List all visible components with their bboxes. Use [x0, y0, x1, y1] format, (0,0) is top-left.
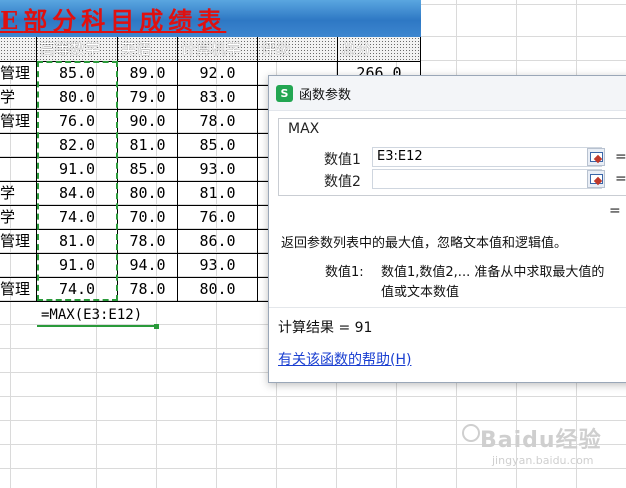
header-cell-total[interactable]: 总分: [338, 37, 421, 61]
arg2-label: 数值2: [324, 174, 361, 190]
header-cell-math[interactable]: 高等数学: [37, 37, 118, 61]
cell-english[interactable]: 81.0: [118, 133, 178, 157]
cell-math[interactable]: 91.0: [37, 157, 118, 181]
header-cell-english[interactable]: 英语: [118, 37, 178, 61]
cell-english[interactable]: 79.0: [118, 85, 178, 109]
cell-name[interactable]: 管理: [0, 109, 37, 133]
arg1-range-picker-icon[interactable]: [587, 148, 605, 166]
cell-cs[interactable]: 76.0: [178, 205, 258, 229]
cell-english[interactable]: 89.0: [118, 61, 178, 85]
cell-math[interactable]: 74.0: [37, 205, 118, 229]
arg1-input[interactable]: E3:E12: [372, 147, 602, 167]
sheet-title: E部分科目成绩表: [0, 6, 227, 35]
cell-cs[interactable]: 81.0: [178, 181, 258, 205]
arg2-input[interactable]: [372, 169, 602, 189]
arg2-equals: =: [615, 171, 626, 187]
watermark-sub: jingyan.baidu.com: [492, 454, 594, 467]
cell-name[interactable]: 管理: [0, 277, 37, 301]
cell-english[interactable]: 70.0: [118, 205, 178, 229]
header-cell-name[interactable]: [0, 37, 37, 61]
wps-logo-icon: S: [276, 84, 293, 102]
header-row: 高等数学 英语 计算机学 评级 总分: [0, 37, 421, 62]
argument-description-line1: 数值1,数值2,... 准备从中求取最大值的: [381, 265, 605, 280]
cell-name[interactable]: 学: [0, 181, 37, 205]
cell-english[interactable]: 90.0: [118, 109, 178, 133]
cell-english[interactable]: 80.0: [118, 181, 178, 205]
cell-name[interactable]: 管理: [0, 229, 37, 253]
cell-english[interactable]: 78.0: [118, 277, 178, 301]
baidu-watermark: Baidu经验 jingyan.baidu.com: [462, 410, 612, 480]
cell-math[interactable]: 80.0: [37, 85, 118, 109]
function-arguments-dialog[interactable]: S 函数参数 MAX 数值1 E3:E12 = 数值2 = = 9 返回参数列表…: [268, 75, 626, 383]
cell-english[interactable]: 94.0: [118, 253, 178, 277]
cell-cs[interactable]: 85.0: [178, 133, 258, 157]
cell-name[interactable]: [0, 133, 37, 157]
cell-math[interactable]: 91.0: [37, 253, 118, 277]
cell-math[interactable]: 85.0: [37, 61, 118, 85]
cell-cs[interactable]: 80.0: [178, 277, 258, 301]
cell-name[interactable]: [0, 253, 37, 277]
cell-english[interactable]: 78.0: [118, 229, 178, 253]
cell-name[interactable]: 学: [0, 85, 37, 109]
cell-cs[interactable]: 83.0: [178, 85, 258, 109]
cell-math[interactable]: 84.0: [37, 181, 118, 205]
dialog-divider: [269, 307, 626, 308]
arg1-label: 数值1: [324, 152, 361, 168]
function-result-preview: = 9: [609, 203, 626, 219]
argument-description-label: 数值1:: [325, 265, 364, 280]
argument-description-line2: 值或文本数值: [381, 285, 460, 300]
cell-cs[interactable]: 93.0: [178, 157, 258, 181]
arg1-equals: =: [615, 149, 626, 165]
cell-math[interactable]: 76.0: [37, 109, 118, 133]
cell-math[interactable]: 82.0: [37, 133, 118, 157]
cell-math[interactable]: 74.0: [37, 277, 118, 301]
cell-cs[interactable]: 78.0: [178, 109, 258, 133]
cell-name[interactable]: 学: [0, 205, 37, 229]
arg2-range-picker-icon[interactable]: [587, 170, 605, 188]
watermark-main: Baidu经验: [480, 428, 602, 453]
cell-cs[interactable]: 92.0: [178, 61, 258, 85]
cell-math[interactable]: 81.0: [37, 229, 118, 253]
cell-cs[interactable]: 93.0: [178, 253, 258, 277]
dialog-title: 函数参数: [299, 87, 352, 103]
header-cell-cs[interactable]: 计算机学: [178, 37, 258, 61]
function-description: 返回参数列表中的最大值，忽略文本值和逻辑值。: [281, 236, 568, 251]
header-cell-grade[interactable]: 评级: [258, 37, 338, 61]
cell-name[interactable]: 管理: [0, 61, 37, 85]
cell-cs[interactable]: 86.0: [178, 229, 258, 253]
function-name: MAX: [288, 121, 320, 137]
title-banner: E部分科目成绩表: [0, 0, 421, 38]
active-cell-formula[interactable]: =MAX(E3:E12): [37, 303, 159, 329]
arguments-group: MAX 数值1 E3:E12 = 数值2 =: [278, 118, 626, 196]
cell-name[interactable]: [0, 157, 37, 181]
function-help-link[interactable]: 有关该函数的帮助(H): [278, 349, 411, 369]
dialog-title-bar[interactable]: S 函数参数: [269, 76, 626, 111]
baidu-paw-icon: [462, 424, 480, 442]
cell-english[interactable]: 85.0: [118, 157, 178, 181]
calculation-result: 计算结果 = 91: [278, 320, 373, 336]
